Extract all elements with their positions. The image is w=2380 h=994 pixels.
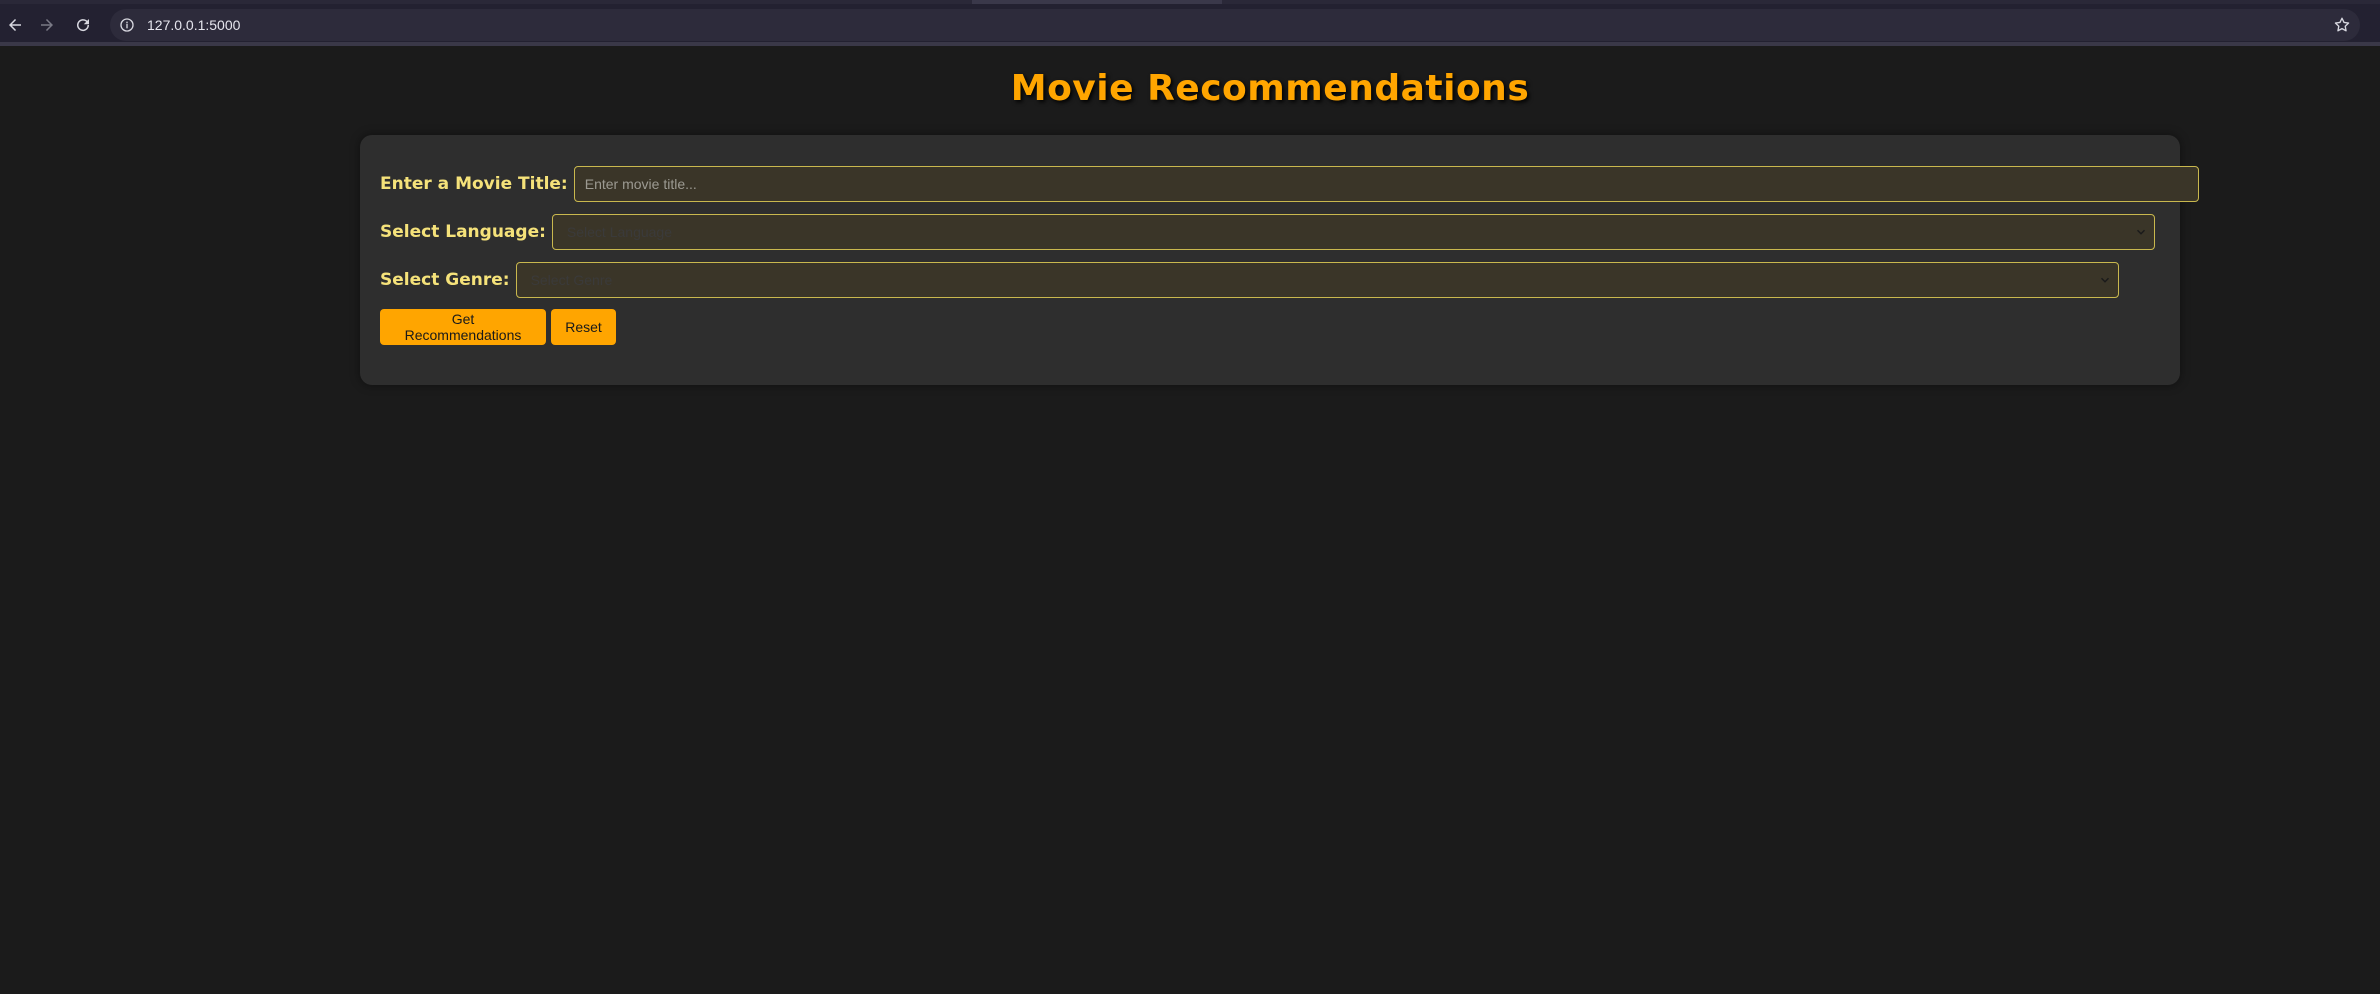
forward-button[interactable] — [32, 10, 62, 40]
movie-title-row: Enter a Movie Title: — [380, 166, 2199, 202]
site-info-icon[interactable] — [118, 16, 136, 34]
chevron-down-icon — [2136, 229, 2145, 235]
genre-select-value: Select Genre — [530, 272, 613, 288]
back-arrow-icon — [9, 19, 21, 31]
genre-label: Select Genre: — [380, 270, 510, 290]
language-select-value: Select Language — [566, 224, 672, 240]
page-title: Movie Recommendations — [1010, 68, 1530, 109]
button-row: Get Recommendations Reset — [380, 309, 616, 345]
reset-button[interactable]: Reset — [551, 309, 616, 345]
language-label: Select Language: — [380, 222, 546, 242]
chevron-down-icon — [2100, 277, 2109, 283]
forward-arrow-icon — [41, 19, 53, 31]
browser-toolbar: 127.0.0.1:5000 — [0, 4, 2380, 46]
genre-select[interactable]: Select Genre — [515, 262, 2119, 298]
reload-icon — [77, 19, 90, 32]
language-row: Select Language: Select Language — [380, 214, 2155, 250]
bookmark-star-icon[interactable] — [2332, 15, 2352, 35]
address-bar[interactable]: 127.0.0.1:5000 — [110, 9, 2360, 41]
reload-button[interactable] — [68, 10, 98, 40]
movie-title-input[interactable] — [573, 166, 2199, 202]
back-button[interactable] — [0, 10, 30, 40]
get-recommendations-button[interactable]: Get Recommendations — [380, 309, 546, 345]
language-select[interactable]: Select Language — [551, 214, 2155, 250]
recommendation-form: Enter a Movie Title: Select Language: Se… — [360, 135, 2199, 385]
url-text[interactable]: 127.0.0.1:5000 — [147, 9, 240, 41]
genre-row: Select Genre: Select Genre — [380, 262, 2119, 298]
movie-title-label: Enter a Movie Title: — [380, 174, 568, 194]
